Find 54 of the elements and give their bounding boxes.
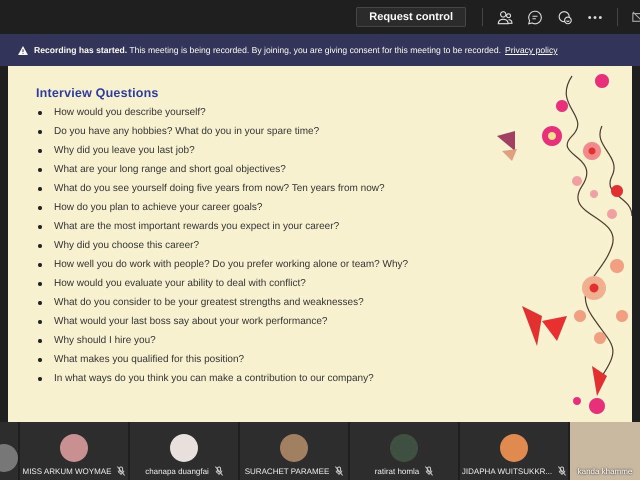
avatar	[280, 434, 308, 462]
bullet-icon	[38, 130, 42, 134]
avatar	[170, 434, 198, 462]
bullet-icon	[38, 206, 42, 210]
bullet-icon	[38, 338, 42, 342]
slide-title: Interview Questions	[36, 86, 160, 100]
participant-tile[interactable]: SURACHET PARAMEE	[240, 422, 348, 480]
question-text: What do you see yourself doing five years from now? Ten years from now?	[54, 183, 385, 194]
avatar	[390, 434, 418, 462]
bullet-icon	[38, 358, 42, 362]
avatar	[60, 434, 88, 462]
question-text: What are your long range and short goal objectives?	[54, 164, 286, 175]
chat-icon[interactable]	[527, 10, 543, 24]
participant-name: kanda khamme	[578, 467, 632, 476]
question-text: How well you do work with people? Do you prefer working alone or team? Why?	[54, 259, 408, 270]
participant-name: SURACHET PARAMEE	[244, 466, 330, 476]
participant-name: chanapa duangfai	[145, 466, 209, 476]
bullet-icon	[38, 282, 42, 286]
bullet-icon	[38, 186, 42, 190]
question-text: What makes you qualified for this position?	[54, 354, 244, 365]
question-text: Why did you leave you last job?	[54, 145, 195, 156]
privacy-policy-link[interactable]: Privacy policy	[505, 45, 558, 55]
question-text: What would your last boss say about your work performance?	[54, 316, 328, 327]
participant-tile[interactable]: chanapa duangfai	[130, 422, 238, 480]
participant-name: ratirat homla	[374, 466, 420, 476]
question-text: How would you describe yourself?	[54, 107, 206, 118]
question-text: Do you have any hobbies? What do you in your spare time?	[54, 126, 320, 137]
bullet-icon	[38, 244, 42, 248]
bullet-icon	[38, 376, 42, 380]
reactions-icon[interactable]	[557, 10, 573, 24]
participant-tile[interactable]: MISS ARKUM WOYMAE	[20, 422, 128, 480]
people-icon[interactable]	[497, 10, 513, 24]
bullet-icon	[38, 110, 42, 114]
bullet-icon	[38, 320, 42, 324]
question-text: What do you consider to be your greatest strengths and weaknesses?	[54, 297, 364, 308]
bullet-icon	[38, 262, 42, 266]
recording-notice: Recording has started. This meeting is being recorded. By joining, you are giving consent for this meeting to be recorded.	[34, 45, 502, 55]
participant-name: JIDAPHA WUITSUKKR...	[462, 466, 552, 476]
question-text: Why should I hire you?	[54, 335, 156, 346]
bullet-icon	[38, 300, 42, 304]
bullet-icon	[38, 168, 42, 172]
participant-name: MISS ARKUM WOYMAE	[22, 466, 112, 476]
avatar	[500, 434, 528, 462]
question-text: Why did you choose this career?	[54, 240, 200, 251]
bullet-icon	[38, 224, 42, 228]
warning-icon	[18, 46, 28, 54]
question-text: How would you evaluate your ability to deal with conflict?	[54, 278, 306, 289]
question-text: How do you plan to achieve your career goals?	[54, 202, 262, 213]
question-text: What are the most important rewards you expect in your career?	[54, 221, 340, 232]
participant-tile[interactable]: ratirat homla	[350, 422, 458, 480]
bullet-icon	[38, 148, 42, 152]
participant-tile[interactable]: JIDAPHA WUITSUKKR...	[460, 422, 568, 480]
request-control-button[interactable]: Request control	[356, 7, 466, 27]
question-text: In what ways do you think you can make a contribution to our company?	[54, 373, 374, 384]
